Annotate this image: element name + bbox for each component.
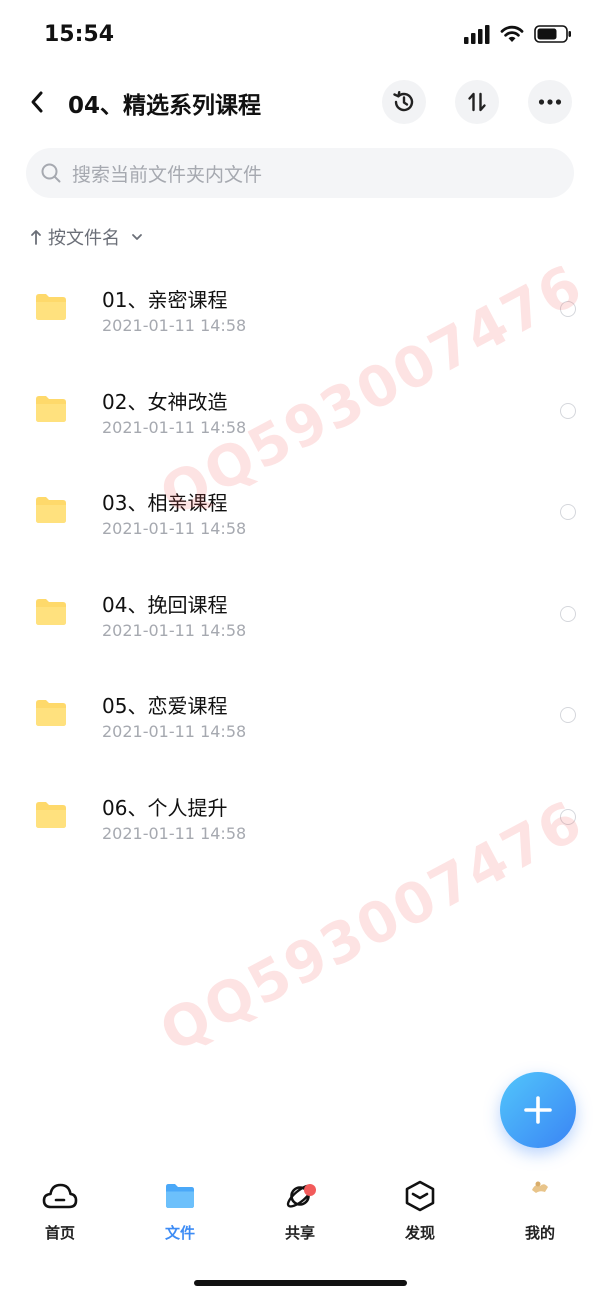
- tab-share[interactable]: 共享: [240, 1176, 360, 1266]
- select-checkbox[interactable]: [560, 605, 576, 622]
- tab-home[interactable]: 首页: [0, 1176, 120, 1266]
- tab-label: 发现: [404, 1224, 435, 1242]
- cube-icon: [405, 1180, 435, 1212]
- tab-label: 文件: [164, 1224, 195, 1242]
- list-item[interactable]: 05、恋爱课程 2021-01-11 14:58: [0, 670, 600, 772]
- file-name: 06、个人提升: [102, 795, 228, 820]
- folder-icon: [36, 700, 66, 727]
- select-checkbox[interactable]: [560, 707, 576, 724]
- file-name: 02、女神改造: [102, 389, 228, 414]
- sort-button[interactable]: [455, 80, 499, 124]
- arrow-up-icon: [31, 230, 41, 245]
- tab-profile[interactable]: 我的: [480, 1176, 600, 1266]
- status-bar: 15:54: [0, 0, 600, 70]
- file-date: 2021-01-11 14:58: [102, 620, 247, 640]
- history-button[interactable]: [382, 80, 426, 124]
- sort-label: 按文件名: [48, 228, 120, 249]
- notification-badge: [304, 1184, 316, 1196]
- file-name: 04、挽回课程: [102, 592, 228, 617]
- folder-icon: [36, 497, 66, 524]
- more-dots-icon: [538, 99, 562, 105]
- list-item[interactable]: 04、挽回课程 2021-01-11 14:58: [0, 569, 600, 671]
- file-date: 2021-01-11 14:58: [102, 722, 247, 742]
- cloud-icon: [42, 1183, 78, 1209]
- file-date: 2021-01-11 14:58: [102, 316, 247, 335]
- page-title: 04、精选系列课程: [68, 93, 262, 119]
- more-button[interactable]: [528, 80, 572, 124]
- folder-icon: [166, 1184, 194, 1208]
- file-date: 2021-01-11 14:58: [102, 823, 247, 843]
- wifi-icon: [500, 25, 524, 42]
- tab-label: 首页: [44, 1224, 75, 1242]
- search-icon: [41, 163, 61, 183]
- search-placeholder: 搜索当前文件夹内文件: [72, 163, 263, 186]
- folder-icon: [36, 294, 66, 320]
- cellular-signal-icon: [464, 25, 490, 44]
- folder-icon: [36, 598, 66, 625]
- status-time: 15:54: [44, 22, 115, 47]
- avatar-icon: [532, 1181, 548, 1193]
- sort-selector[interactable]: 按文件名: [30, 222, 144, 252]
- folder-icon: [36, 395, 66, 422]
- add-button[interactable]: [500, 1072, 576, 1148]
- sort-arrows-icon: [468, 92, 486, 112]
- navigation-bar: 04、精选系列课程: [0, 72, 600, 132]
- history-icon: [393, 91, 414, 112]
- file-date: 2021-01-11 14:58: [102, 519, 247, 539]
- home-indicator[interactable]: [194, 1280, 407, 1286]
- folder-icon: [36, 801, 66, 828]
- search-input[interactable]: 搜索当前文件夹内文件: [26, 148, 574, 198]
- tab-label: 共享: [284, 1224, 315, 1242]
- file-name: 01、亲密课程: [102, 288, 228, 312]
- tab-bar: 首页 文件 共享 发现 我的: [0, 1176, 600, 1266]
- select-checkbox[interactable]: [560, 402, 576, 419]
- back-button[interactable]: [22, 84, 52, 120]
- battery-icon: [534, 25, 571, 43]
- status-icons: [464, 24, 572, 44]
- select-checkbox[interactable]: [560, 504, 576, 521]
- list-item[interactable]: 03、相亲课程 2021-01-11 14:58: [0, 467, 600, 569]
- tab-label: 我的: [524, 1224, 555, 1242]
- file-name: 05、恋爱课程: [102, 694, 228, 719]
- tab-files[interactable]: 文件: [120, 1176, 240, 1266]
- file-list: 01、亲密课程 2021-01-11 14:58 02、女神改造 2021-01…: [0, 264, 600, 874]
- chevron-down-icon: [132, 234, 142, 240]
- plus-icon: [524, 1096, 552, 1124]
- chevron-left-icon: [31, 91, 43, 113]
- tab-discover[interactable]: 发现: [360, 1176, 480, 1266]
